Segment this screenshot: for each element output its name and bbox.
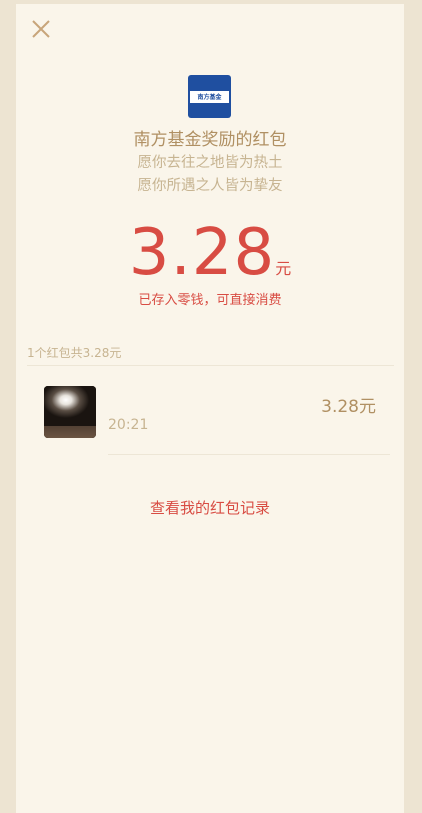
wish-line-1: 愿你去往之地皆为热土: [137, 155, 283, 171]
sender-logo-text: 南方基金: [190, 90, 229, 103]
wish-line-2: 愿你所遇之人皆为挚友: [137, 178, 283, 194]
amount-unit: 元: [275, 259, 292, 278]
avatar: [44, 386, 96, 438]
divider: [108, 454, 390, 455]
view-records-link[interactable]: 查看我的红包记录: [16, 497, 404, 518]
close-icon[interactable]: [30, 18, 52, 40]
stored-note: 已存入零钱，可直接消费: [138, 293, 282, 308]
amount-display: 3.28元: [16, 216, 404, 290]
record-amount: 3.28元: [321, 397, 376, 417]
record-time: 20:21: [108, 417, 149, 433]
sender-logo: 南方基金: [188, 75, 231, 118]
divider: [27, 365, 394, 366]
packet-summary: 1个红包共3.28元: [27, 346, 122, 360]
sender-name: 南方基金奖励的红包: [133, 130, 287, 150]
red-packet-detail-sheet: 南方基金 南方基金奖励的红包 愿你去往之地皆为热土 愿你所遇之人皆为挚友 3.2…: [16, 4, 404, 813]
amount-value: 3.28: [128, 216, 276, 290]
